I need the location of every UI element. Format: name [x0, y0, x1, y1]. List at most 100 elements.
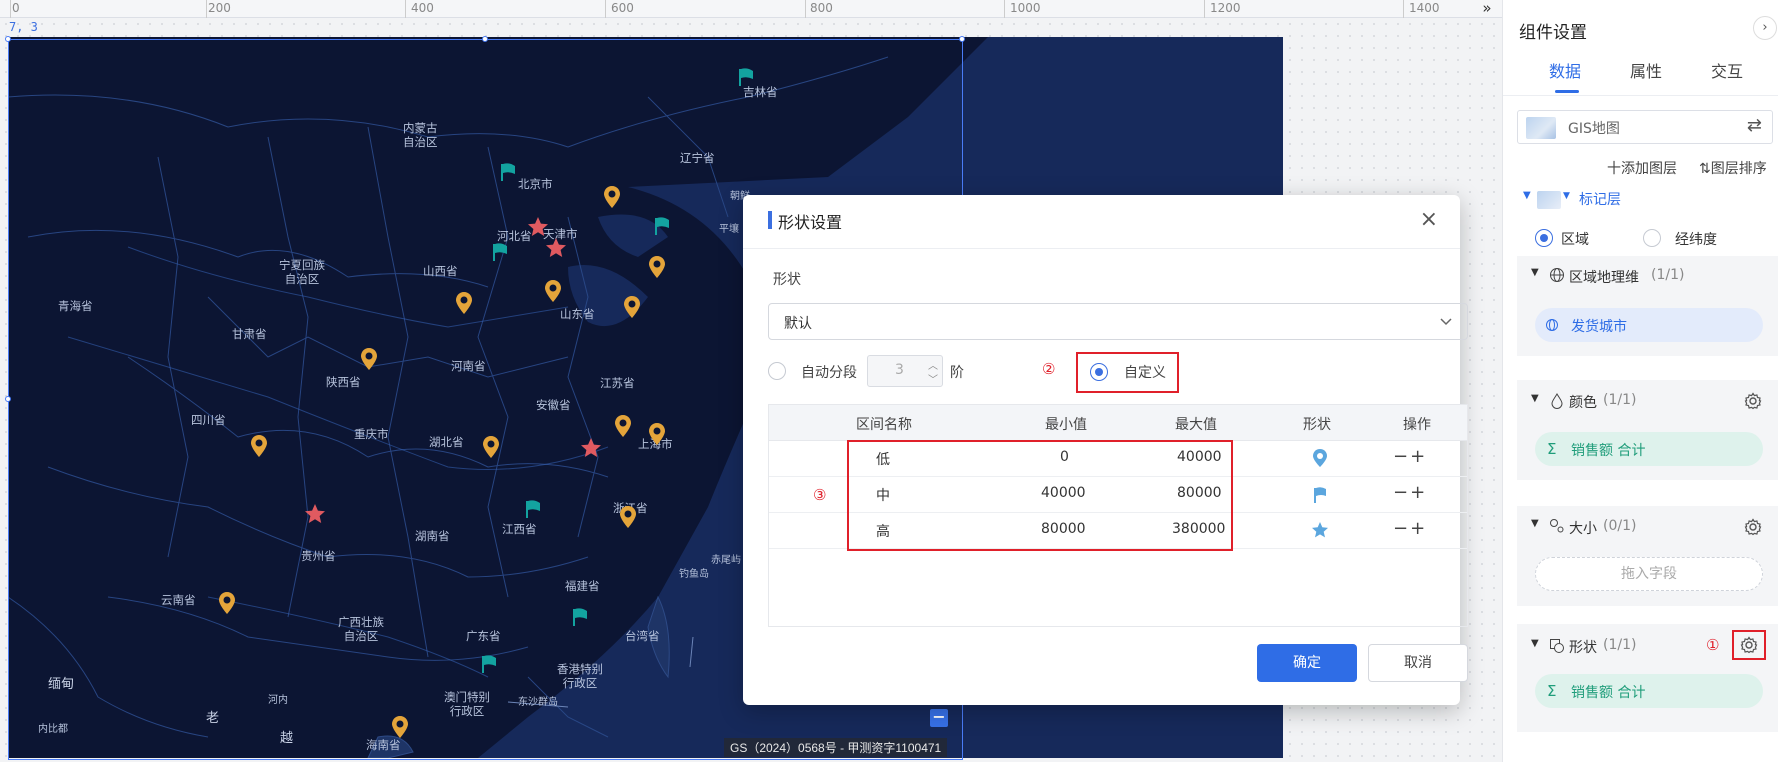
tab-interaction[interactable]: 交互 [1711, 58, 1743, 82]
flag-icon[interactable] [1312, 486, 1328, 504]
custom-label: 自定义 [1124, 365, 1166, 381]
tab-data[interactable]: 数据 [1549, 58, 1581, 82]
star-icon[interactable] [580, 437, 602, 459]
layer-type-chevron-icon[interactable]: ▼ [1563, 191, 1570, 201]
color-label: 颜色 [1569, 395, 1597, 411]
star-icon[interactable] [545, 237, 567, 259]
map-label: 香港特别 行政区 [557, 664, 603, 690]
cancel-button[interactable]: 取消 [1368, 644, 1468, 682]
pin-icon[interactable] [648, 422, 666, 446]
flag-icon[interactable] [737, 67, 755, 87]
map-label: 云南省 [161, 595, 196, 607]
row-actions[interactable]: −+ [1393, 446, 1427, 467]
tab-properties[interactable]: 属性 [1630, 58, 1662, 82]
geo-dim-count: (1/1) [1651, 267, 1685, 283]
gear-icon[interactable] [1740, 636, 1758, 654]
map-label: 赤尾屿 [711, 555, 741, 566]
mode-latlng-radio[interactable] [1643, 229, 1661, 247]
dialog-title: 形状设置 [778, 213, 843, 232]
pin-icon[interactable] [250, 434, 268, 458]
collapse-panel-icon[interactable]: › [1753, 16, 1777, 40]
shape-field-pill[interactable]: Σ 销售额 合计 [1535, 674, 1763, 708]
gear-icon[interactable] [1744, 518, 1762, 536]
map-label: 内蒙古 自治区 [403, 123, 438, 149]
title-accent [768, 211, 772, 229]
shape-icon [1550, 639, 1564, 653]
chevron-down-icon[interactable]: ▼ [1531, 393, 1539, 404]
sum-icon: Σ [1547, 682, 1557, 700]
annotation-marker-3: ③ [813, 486, 827, 504]
flag-icon[interactable] [480, 654, 498, 674]
pin-icon[interactable] [360, 347, 378, 371]
ruler-label: 400 [411, 1, 434, 15]
close-icon[interactable]: × [1420, 209, 1438, 231]
star-icon[interactable] [1311, 521, 1329, 539]
confirm-button[interactable]: 确定 [1257, 644, 1357, 682]
component-selector[interactable]: GIS地图 ⇄ [1517, 110, 1773, 144]
pin-icon[interactable] [614, 414, 632, 438]
size-icon [1550, 519, 1564, 533]
chevron-down-icon[interactable]: ▼ [1531, 638, 1539, 649]
segment-stepper[interactable]: 3 ︿ ﹀ [867, 355, 943, 387]
flag-icon[interactable] [571, 607, 589, 627]
map-label: 平壤 [719, 224, 739, 235]
gear-icon[interactable] [1744, 392, 1762, 410]
size-drop-zone[interactable]: 拖入字段 [1535, 557, 1763, 591]
stepper-down-icon[interactable]: ﹀ [926, 371, 940, 386]
pin-icon[interactable] [623, 295, 641, 319]
pin-icon[interactable] [603, 185, 621, 209]
pin-icon[interactable] [619, 505, 637, 529]
chevron-down-icon[interactable]: ▼ [1531, 518, 1539, 529]
shape-select[interactable]: 默认 [768, 303, 1468, 340]
map-label: 辽宁省 [680, 153, 715, 165]
ruler-label: 200 [208, 1, 231, 15]
flag-icon[interactable] [653, 216, 671, 236]
pin-icon[interactable] [544, 279, 562, 303]
add-layer-button[interactable]: 十添加图层 [1607, 158, 1677, 178]
flag-icon[interactable] [524, 499, 542, 519]
gis-map-thumbnail [1526, 117, 1556, 139]
row-actions[interactable]: −+ [1393, 518, 1427, 539]
map-label: 湖北省 [429, 437, 464, 449]
star-icon[interactable] [527, 216, 549, 238]
table-header: 区间名称 最小值 最大值 形状 操作 [769, 405, 1467, 441]
geo-field-pill[interactable]: 发货城市 [1535, 308, 1763, 342]
map-label: 台湾省 [625, 631, 660, 643]
ruler-collapse-icon[interactable]: » [1476, 0, 1498, 18]
pin-icon[interactable] [455, 291, 473, 315]
size-count: (0/1) [1603, 518, 1637, 534]
map-label: 江西省 [502, 524, 537, 536]
star-icon[interactable] [304, 503, 326, 525]
row-actions[interactable]: −+ [1393, 482, 1427, 503]
layer-name[interactable]: 标记层 [1579, 189, 1621, 209]
pin-icon[interactable] [648, 255, 666, 279]
chevron-down-icon[interactable]: ▼ [1531, 267, 1539, 278]
stepper-up-icon[interactable]: ︿ [926, 357, 940, 372]
pin-icon[interactable] [482, 435, 500, 459]
map-label: 内比都 [38, 724, 68, 735]
geo-field-name: 发货城市 [1571, 319, 1627, 335]
swap-icon[interactable]: ⇄ [1747, 115, 1762, 136]
annotation-highlight [847, 440, 1233, 551]
map-label: 宁夏回族 自治区 [279, 260, 325, 286]
mode-region-radio[interactable] [1535, 229, 1553, 247]
map-label: 澳门特别 行政区 [444, 692, 490, 718]
shape-settings-dialog: 形状设置 × 形状 默认 自动分段 3 ︿ ﹀ 阶 ② 自定义 区间名称 最小值… [743, 195, 1468, 705]
auto-segment-radio[interactable] [768, 362, 786, 380]
panel-title: 组件设置 [1519, 23, 1587, 43]
map-label: 河南省 [451, 361, 486, 373]
geo-dim-label: 区域地理维 [1569, 270, 1639, 286]
zoom-out-button[interactable]: − [930, 709, 948, 727]
flag-icon[interactable] [499, 162, 517, 182]
pin-icon[interactable] [391, 715, 409, 739]
flag-icon[interactable] [491, 242, 509, 262]
pin-icon[interactable] [218, 591, 236, 615]
pin-icon[interactable] [1312, 448, 1328, 468]
custom-radio[interactable] [1090, 363, 1108, 381]
segment-value: 3 [895, 362, 904, 378]
map-label: 山东省 [560, 309, 595, 321]
color-field-pill[interactable]: Σ 销售额 合计 [1535, 432, 1763, 466]
map-label: 贵州省 [301, 551, 336, 563]
chevron-down-icon[interactable]: ▼ [1523, 190, 1531, 201]
layer-sort-button[interactable]: ⇅图层排序 [1699, 158, 1767, 178]
